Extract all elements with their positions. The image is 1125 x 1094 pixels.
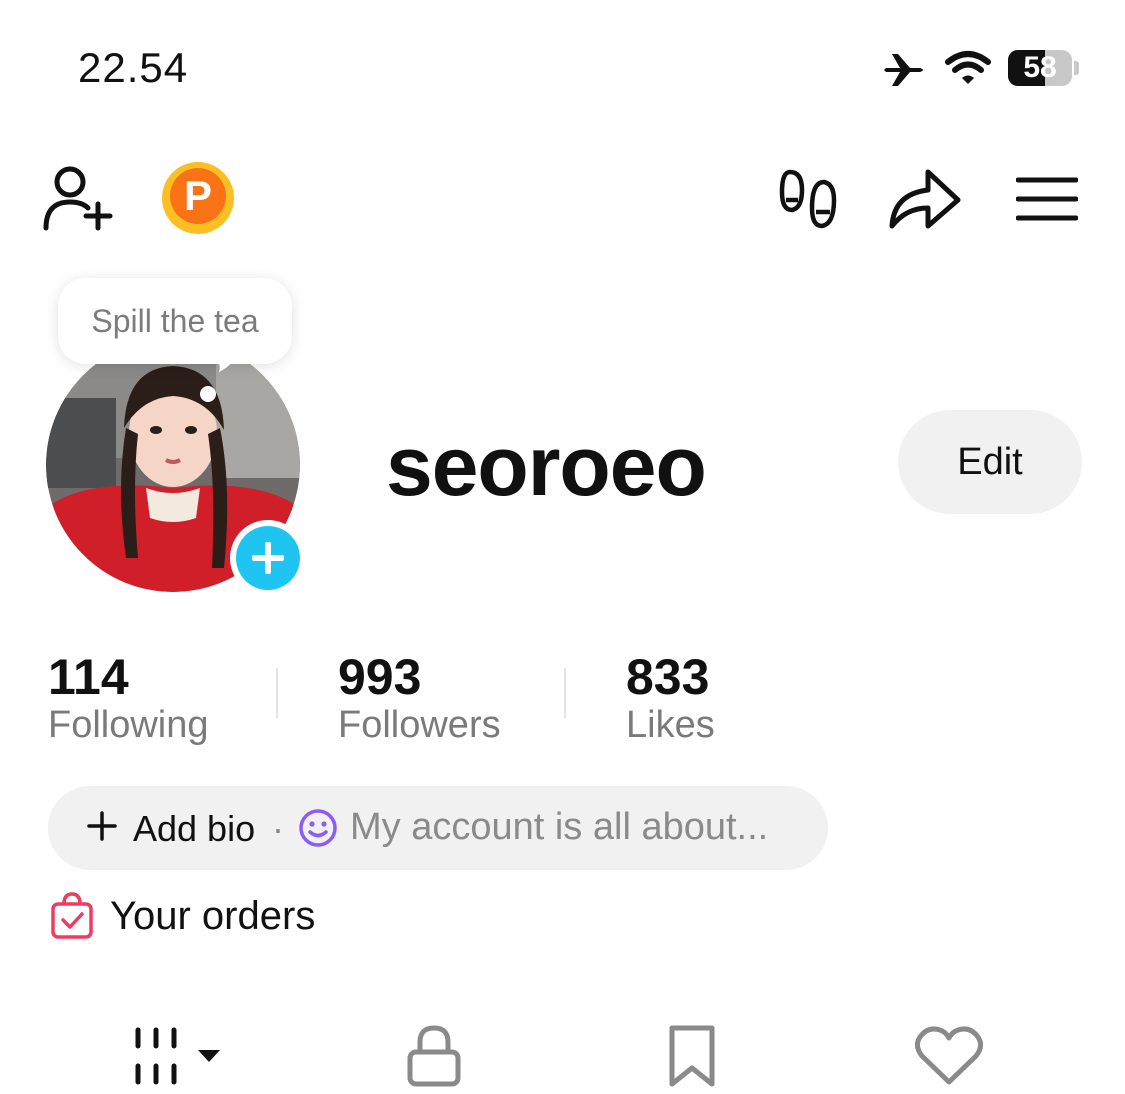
followers-label[interactable]: Followers	[338, 704, 501, 747]
add-story-button[interactable]	[230, 520, 306, 596]
followers-count[interactable]: 993	[338, 648, 421, 706]
hamburger-menu-icon[interactable]	[1016, 176, 1078, 222]
bubble-tail	[205, 350, 239, 372]
following-label[interactable]: Following	[48, 704, 209, 747]
add-bio-label: Add bio	[133, 808, 256, 849]
battery-percent: 58	[1023, 51, 1057, 84]
wifi-icon	[945, 51, 991, 84]
stat-divider	[564, 668, 566, 718]
stat-divider	[276, 668, 278, 718]
edit-profile-button[interactable]: Edit	[898, 410, 1082, 514]
bubble-dot	[200, 386, 216, 402]
bookmark-icon[interactable]	[664, 1024, 720, 1088]
battery-indicator: 58	[1008, 50, 1080, 88]
bio-hint: My account is all about...	[350, 806, 769, 848]
videos-grid-icon[interactable]	[132, 1026, 228, 1086]
status-time: 22.54	[78, 44, 189, 91]
your-orders-link[interactable]: Your orders	[110, 894, 315, 939]
heart-icon[interactable]	[914, 1026, 984, 1086]
smile-icon	[299, 809, 337, 847]
shopping-bag-icon[interactable]	[50, 892, 94, 940]
plus-icon	[236, 526, 300, 590]
share-icon[interactable]	[888, 166, 962, 232]
likes-count[interactable]: 833	[626, 648, 709, 706]
footprints-icon[interactable]	[776, 168, 840, 232]
following-count[interactable]: 114	[48, 648, 129, 706]
airplane-icon	[884, 54, 923, 86]
bio-separator: ·	[272, 808, 284, 849]
plus-icon	[87, 811, 117, 841]
note-bubble[interactable]: Spill the tea	[58, 278, 292, 364]
add-friend-icon[interactable]	[40, 164, 116, 234]
username: seoroeo	[386, 419, 707, 513]
coin-icon[interactable]: P	[162, 162, 234, 234]
coin-letter: P	[170, 168, 226, 224]
note-bubble-text: Spill the tea	[91, 303, 259, 339]
likes-label[interactable]: Likes	[626, 704, 715, 747]
lock-icon[interactable]	[404, 1024, 464, 1088]
